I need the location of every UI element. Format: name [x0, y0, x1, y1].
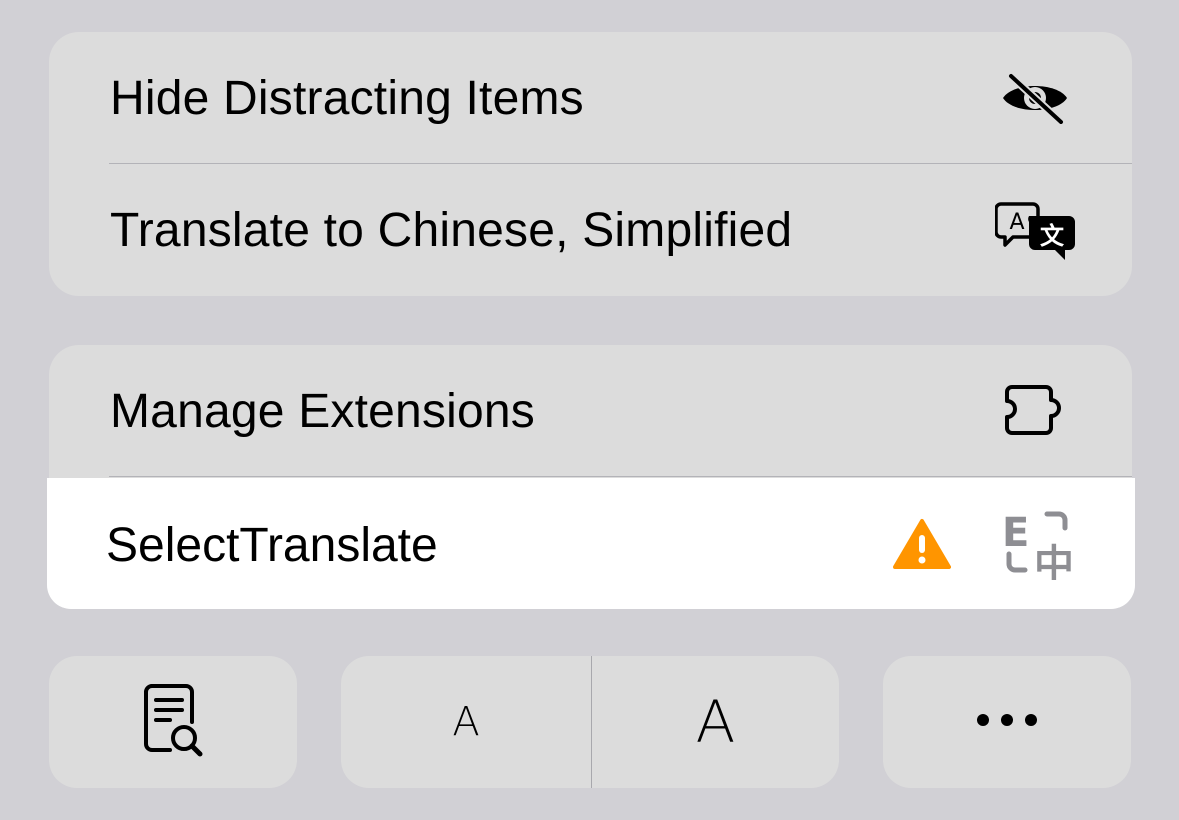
manage-extensions-item[interactable]: Manage Extensions: [49, 345, 1132, 477]
ellipsis-icon: [976, 713, 1038, 732]
select-translate-extension-icon: E 中: [999, 508, 1079, 588]
eye-slash-icon: [999, 72, 1071, 124]
svg-text:中: 中: [1034, 542, 1074, 580]
hide-distracting-items-item[interactable]: Hide Distracting Items: [49, 32, 1132, 164]
svg-text:E: E: [1002, 510, 1029, 556]
increase-font-size-button[interactable]: A: [592, 656, 839, 788]
translate-page-item[interactable]: Translate to Chinese, Simplified A 文: [49, 164, 1132, 296]
warning-triangle-icon: [893, 518, 951, 570]
menu-divider: [109, 476, 1132, 477]
more-options-button[interactable]: [883, 656, 1131, 788]
reader-search-button[interactable]: [49, 656, 297, 788]
translate-page-label: Translate to Chinese, Simplified: [110, 203, 793, 257]
reader-search-icon: [142, 682, 204, 763]
translate-bubble-icon: A 文: [995, 200, 1077, 262]
puzzle-piece-icon: [1004, 383, 1070, 437]
safari-page-menu: Hide Distracting Items Translate to Chin…: [0, 0, 1179, 820]
font-small-label: A: [452, 699, 480, 745]
hide-distracting-items-label: Hide Distracting Items: [110, 71, 584, 125]
menu-group-page-actions: Hide Distracting Items Translate to Chin…: [49, 32, 1132, 296]
manage-extensions-label: Manage Extensions: [110, 384, 535, 438]
font-size-control: A A: [341, 656, 839, 788]
select-translate-label: SelectTranslate: [106, 519, 438, 572]
svg-text:A: A: [1009, 210, 1024, 235]
svg-text:文: 文: [1040, 222, 1065, 250]
font-large-label: A: [695, 688, 736, 756]
select-translate-extension-item[interactable]: SelectTranslate E 中: [47, 478, 1135, 609]
decrease-font-size-button[interactable]: A: [341, 656, 591, 788]
